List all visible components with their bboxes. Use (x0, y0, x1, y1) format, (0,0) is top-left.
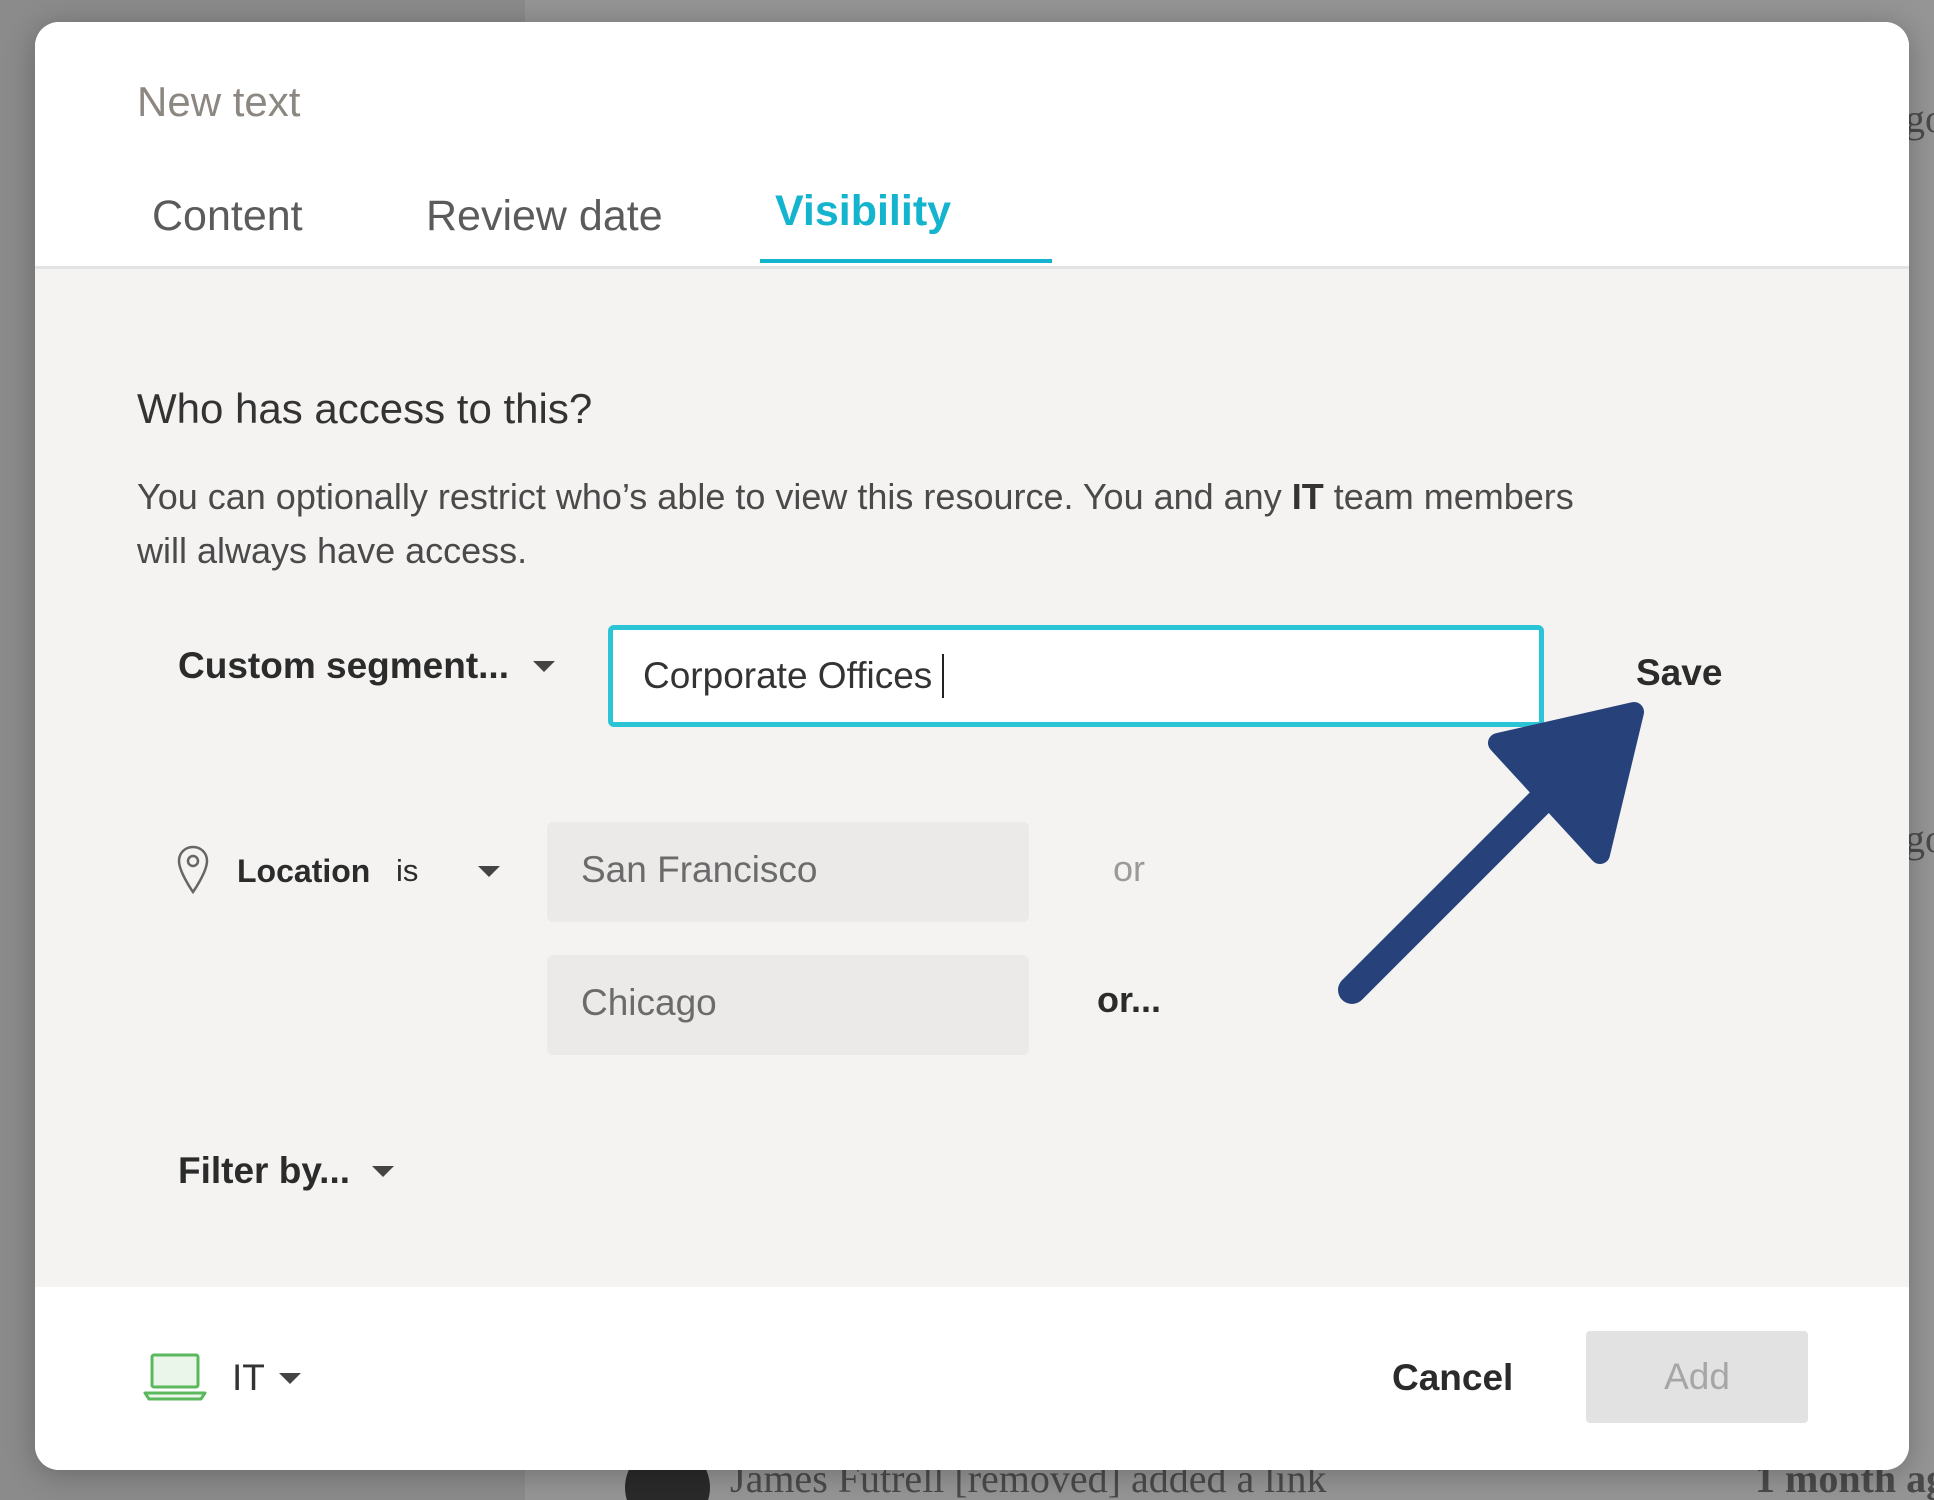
modal-title: New text (137, 78, 301, 125)
rule-field-label: Location (237, 853, 371, 889)
background-snippet: go (1905, 816, 1934, 861)
add-button[interactable]: Add (1586, 1331, 1808, 1423)
access-question-heading: Who has access to this? (137, 385, 593, 432)
save-button[interactable]: Save (1636, 652, 1722, 694)
access-description: You can optionally restrict who’s able t… (137, 470, 1587, 578)
laptop-icon (143, 1353, 207, 1401)
new-text-modal: New text Content Review date Visibility … (35, 22, 1909, 1470)
or-separator: or (1113, 848, 1146, 889)
chevron-down-icon (372, 1165, 395, 1177)
rule-operator-dropdown[interactable]: is (396, 853, 501, 889)
text-cursor (942, 654, 945, 698)
description-text: You can optionally restrict who’s able t… (137, 476, 1292, 517)
chevron-down-icon (278, 1372, 301, 1384)
add-or-value-link[interactable]: or... (1097, 979, 1161, 1021)
chevron-down-icon (533, 660, 555, 672)
rule-operator-label: is (396, 853, 419, 888)
location-pin-icon (177, 845, 209, 895)
rule-value-field[interactable]: San Francisco (547, 822, 1029, 922)
segment-type-dropdown[interactable]: Custom segment... (178, 645, 555, 687)
tab-content[interactable]: Content (152, 192, 303, 241)
segment-name-value: Corporate Offices (643, 655, 933, 696)
rule-value-field[interactable]: Chicago (547, 955, 1029, 1055)
background-snippet: go (1905, 96, 1934, 141)
cancel-button[interactable]: Cancel (1392, 1357, 1513, 1399)
description-bold-team: IT (1291, 476, 1324, 517)
filter-by-label: Filter by... (178, 1150, 351, 1191)
rule-value-text: Chicago (581, 982, 717, 1023)
modal-header: New text Content Review date Visibility (35, 22, 1909, 269)
segment-type-label: Custom segment... (178, 645, 509, 686)
rule-value-text: San Francisco (581, 849, 818, 890)
filter-by-dropdown[interactable]: Filter by... (178, 1150, 395, 1192)
team-dropdown[interactable]: IT (232, 1357, 301, 1399)
modal-footer: IT Cancel Add (35, 1287, 1909, 1470)
segment-name-input[interactable]: Corporate Offices (608, 625, 1544, 727)
chevron-down-icon (478, 865, 501, 877)
tab-review-date[interactable]: Review date (426, 192, 663, 241)
active-tab-indicator (760, 259, 1052, 263)
tab-visibility[interactable]: Visibility (775, 187, 951, 236)
team-label: IT (232, 1357, 265, 1398)
